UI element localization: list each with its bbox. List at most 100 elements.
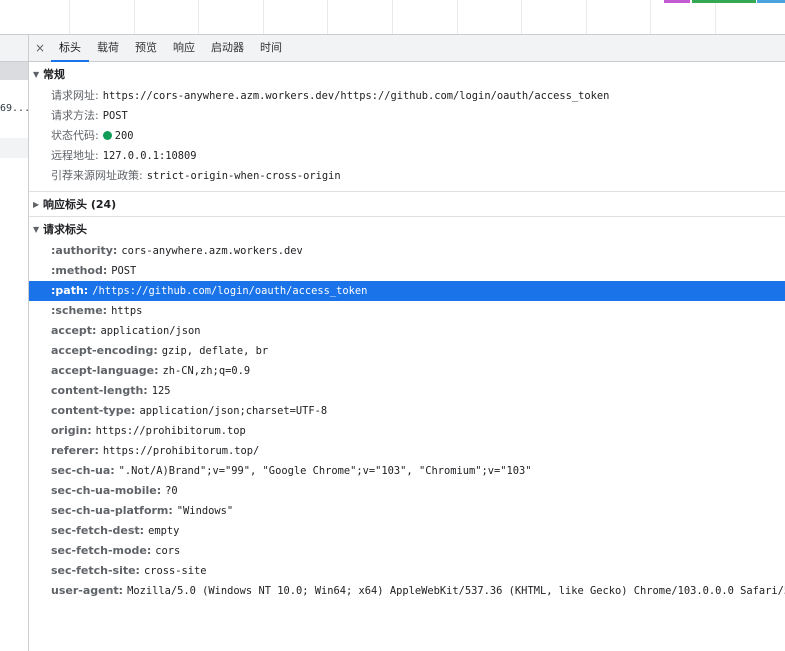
request-header-value[interactable]: ?0 xyxy=(165,485,178,497)
request-url-label: 请求网址: xyxy=(51,89,99,102)
general-section: ▼ 常规 请求网址: https://cors-anywhere.azm.work… xyxy=(29,62,785,192)
general-section-title: 常规 xyxy=(43,68,65,81)
request-header-row[interactable]: :method: POST xyxy=(29,261,785,281)
request-header-name: sec-ch-ua: xyxy=(51,464,115,477)
request-header-value[interactable]: cross-site xyxy=(144,565,207,577)
tab-preview[interactable]: 预览 xyxy=(127,35,165,61)
timeline-gridline xyxy=(521,0,522,34)
request-method-value[interactable]: POST xyxy=(103,110,128,122)
request-header-value[interactable]: cors-anywhere.azm.workers.dev xyxy=(121,245,302,257)
request-list-row-selected[interactable] xyxy=(0,138,28,158)
request-header-value[interactable]: ".Not/A)Brand";v="99", "Google Chrome";v… xyxy=(119,465,532,477)
timeline-bar xyxy=(692,0,756,3)
tab-headers[interactable]: 标头 xyxy=(51,35,89,62)
request-header-value[interactable]: empty xyxy=(148,525,179,537)
request-header-name: accept-encoding: xyxy=(51,344,158,357)
request-header-row[interactable]: accept-language: zh-CN,zh;q=0.9 xyxy=(29,361,785,381)
timeline-gridline xyxy=(650,0,651,34)
request-header-row[interactable]: sec-fetch-site: cross-site xyxy=(29,561,785,581)
request-header-value[interactable]: /https://github.com/login/oauth/access_t… xyxy=(92,285,367,297)
close-icon[interactable]: × xyxy=(29,35,51,61)
request-header-row[interactable]: sec-fetch-mode: cors xyxy=(29,541,785,561)
request-header-value[interactable]: application/json;charset=UTF-8 xyxy=(139,405,327,417)
triangle-down-icon: ▼ xyxy=(33,225,40,234)
triangle-right-icon: ▶ xyxy=(33,200,40,209)
request-header-name: content-type: xyxy=(51,404,136,417)
request-header-row[interactable]: sec-fetch-dest: empty xyxy=(29,521,785,541)
request-header-value[interactable]: POST xyxy=(111,265,136,277)
request-headers-list: :authority: cors-anywhere.azm.workers.dev… xyxy=(29,241,785,601)
timeline-gridline xyxy=(327,0,328,34)
status-code-value[interactable]: 200 xyxy=(115,130,134,142)
request-headers-section: ▼ 请求标头 :authority: cors-anywhere.azm.work… xyxy=(29,217,785,606)
remote-address-label: 远程地址: xyxy=(51,149,99,162)
tab-payload[interactable]: 载荷 xyxy=(89,35,127,61)
request-header-value[interactable]: "Windows" xyxy=(177,505,233,517)
request-url-row[interactable]: 请求网址: https://cors-anywhere.azm.workers.d… xyxy=(29,86,785,106)
request-header-value[interactable]: https xyxy=(111,305,142,317)
request-header-name: :scheme: xyxy=(51,304,108,317)
request-header-name: accept-language: xyxy=(51,364,159,377)
network-timeline-overview[interactable] xyxy=(0,0,785,35)
request-headers-title: 请求标头 xyxy=(43,223,87,236)
request-list-row-name[interactable]: 69... xyxy=(0,103,28,114)
request-header-row[interactable]: user-agent: Mozilla/5.0 (Windows NT 10.0;… xyxy=(29,581,785,601)
request-header-name: :method: xyxy=(51,264,108,277)
request-header-row[interactable]: content-type: application/json;charset=UT… xyxy=(29,401,785,421)
request-url-value[interactable]: https://cors-anywhere.azm.workers.dev/ht… xyxy=(103,90,610,102)
request-header-name: sec-fetch-dest: xyxy=(51,524,145,537)
triangle-down-icon: ▼ xyxy=(33,70,40,79)
status-code-row[interactable]: 状态代码: 200 xyxy=(29,126,785,146)
request-header-value[interactable]: cors xyxy=(155,545,180,557)
request-header-row[interactable]: accept-encoding: gzip, deflate, br xyxy=(29,341,785,361)
tab-response[interactable]: 响应 xyxy=(165,35,203,61)
request-details-pane: × 标头 载荷 预览 响应 启动器 时间 ▼ 常规 请求网址: https://c… xyxy=(29,35,785,651)
request-header-name: :authority: xyxy=(51,244,118,257)
request-header-value[interactable]: application/json xyxy=(100,325,200,337)
tab-initiator[interactable]: 启动器 xyxy=(203,35,252,61)
request-header-value[interactable]: https://prohibitorum.top xyxy=(96,425,246,437)
request-header-row[interactable]: :scheme: https xyxy=(29,301,785,321)
request-header-row-selected[interactable]: :path:/https://github.com/login/oauth/ac… xyxy=(29,281,785,301)
request-header-name: referer: xyxy=(51,444,99,457)
request-list-pane[interactable]: 69... xyxy=(0,35,29,651)
response-headers-toggle[interactable]: ▶ 响应标头 (24) xyxy=(29,194,785,216)
remote-address-value[interactable]: 127.0.0.1:10809 xyxy=(103,150,197,162)
request-header-value[interactable]: gzip, deflate, br xyxy=(162,345,268,357)
request-header-name: sec-ch-ua-mobile: xyxy=(51,484,162,497)
timeline-gridline xyxy=(715,0,716,34)
request-header-row[interactable]: sec-ch-ua-mobile: ?0 xyxy=(29,481,785,501)
request-list-row[interactable] xyxy=(0,62,28,80)
request-header-row[interactable]: sec-ch-ua: ".Not/A)Brand";v="99", "Google… xyxy=(29,461,785,481)
request-header-name: content-length: xyxy=(51,384,148,397)
timeline-gridline xyxy=(69,0,70,34)
request-header-row[interactable]: accept: application/json xyxy=(29,321,785,341)
referrer-policy-row[interactable]: 引荐来源网址政策: strict-origin-when-cross-origin xyxy=(29,166,785,186)
request-method-row[interactable]: 请求方法: POST xyxy=(29,106,785,126)
request-method-label: 请求方法: xyxy=(51,109,99,122)
request-list-header xyxy=(0,35,28,62)
request-headers-toggle[interactable]: ▼ 请求标头 xyxy=(29,219,785,241)
status-code-label: 状态代码: xyxy=(51,129,99,142)
remote-address-row[interactable]: 远程地址: 127.0.0.1:10809 xyxy=(29,146,785,166)
request-header-row[interactable]: referer: https://prohibitorum.top/ xyxy=(29,441,785,461)
tab-timing[interactable]: 时间 xyxy=(252,35,290,61)
request-header-value[interactable]: https://prohibitorum.top/ xyxy=(103,445,259,457)
request-header-value[interactable]: zh-CN,zh;q=0.9 xyxy=(163,365,251,377)
referrer-policy-value[interactable]: strict-origin-when-cross-origin xyxy=(147,170,341,182)
response-headers-section: ▶ 响应标头 (24) xyxy=(29,192,785,217)
request-header-row[interactable]: origin: https://prohibitorum.top xyxy=(29,421,785,441)
request-header-row[interactable]: :authority: cors-anywhere.azm.workers.dev xyxy=(29,241,785,261)
timeline-bar xyxy=(664,0,690,3)
request-header-row[interactable]: content-length: 125 xyxy=(29,381,785,401)
request-header-value[interactable]: 125 xyxy=(152,385,171,397)
general-section-toggle[interactable]: ▼ 常规 xyxy=(29,64,785,86)
timeline-bar xyxy=(757,0,785,3)
details-tabbar: × 标头 载荷 预览 响应 启动器 时间 xyxy=(29,35,785,62)
request-header-name: origin: xyxy=(51,424,92,437)
response-headers-title: 响应标头 (24) xyxy=(43,198,117,211)
request-header-name: sec-fetch-site: xyxy=(51,564,140,577)
request-header-row[interactable]: sec-ch-ua-platform: "Windows" xyxy=(29,501,785,521)
timeline-gridline xyxy=(392,0,393,34)
request-header-value[interactable]: Mozilla/5.0 (Windows NT 10.0; Win64; x64… xyxy=(127,585,785,597)
